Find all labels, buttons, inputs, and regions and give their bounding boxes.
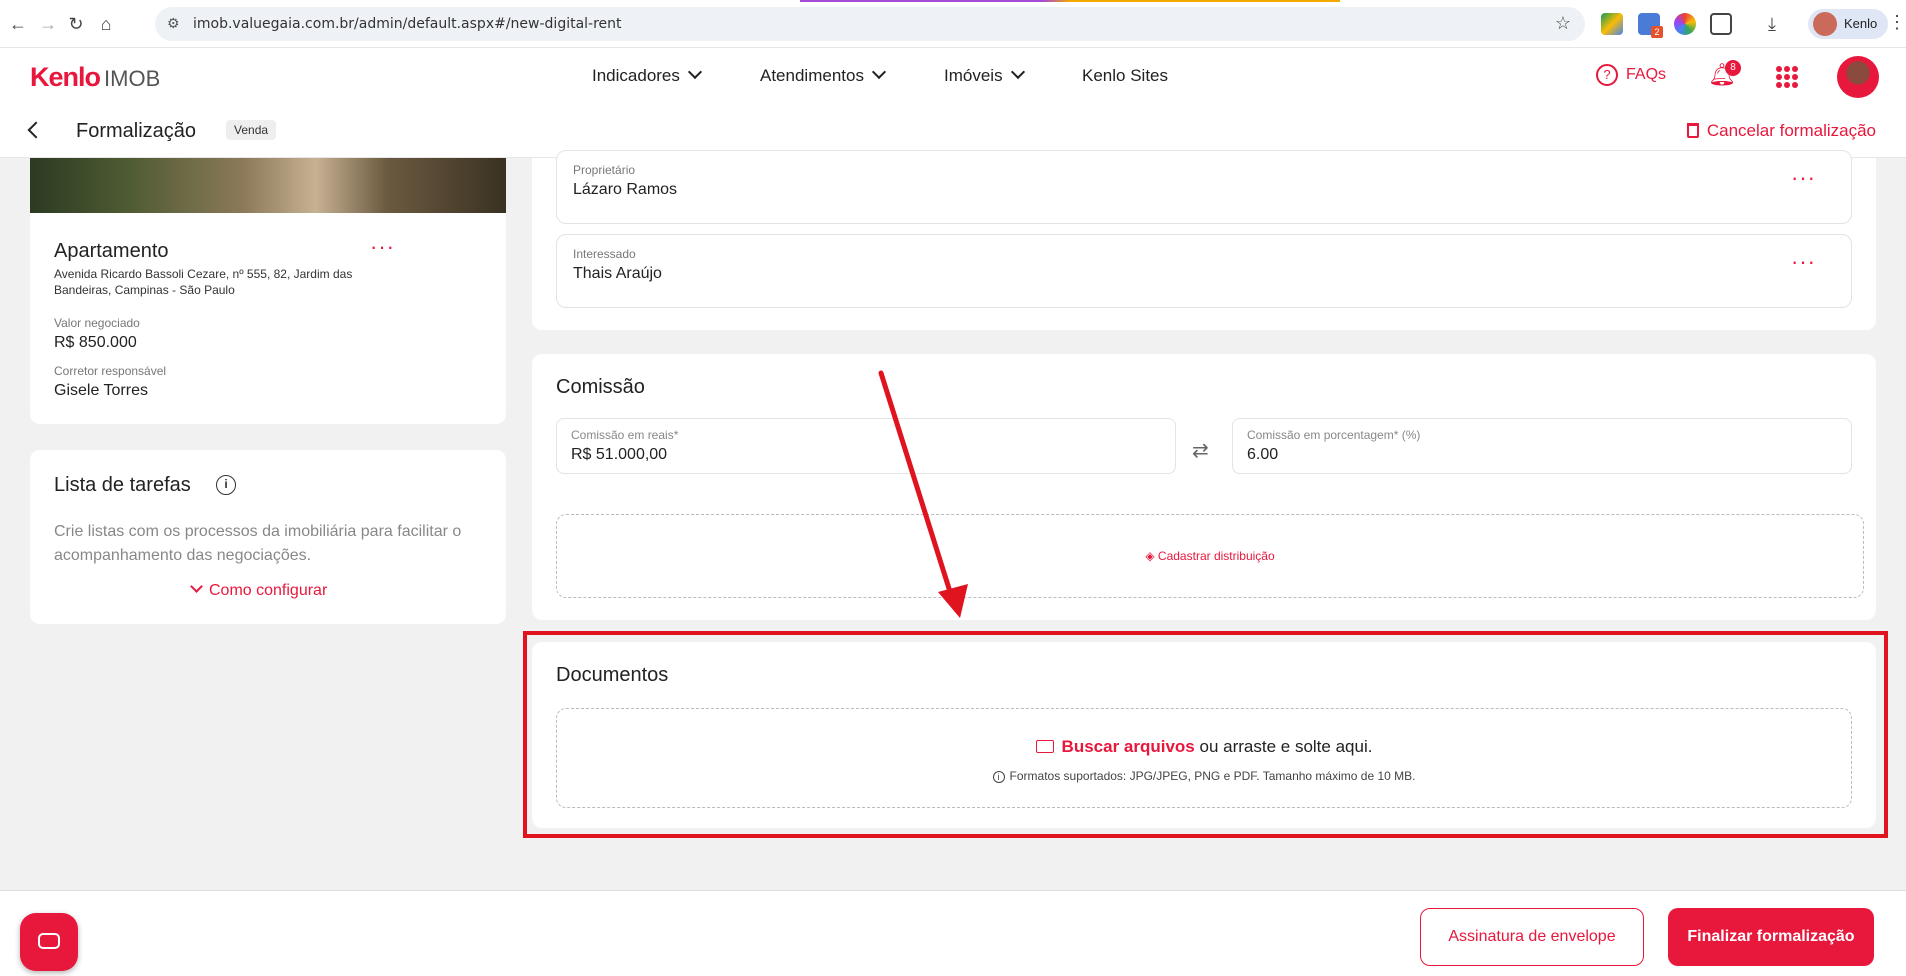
profile-chip[interactable]: Kenlo	[1808, 9, 1888, 39]
nav-kenlo-sites[interactable]: Kenlo Sites	[1082, 66, 1168, 86]
bookmark-star-icon[interactable]: ☆	[1555, 13, 1571, 34]
deal-type-badge: Venda	[226, 120, 277, 140]
nav-label: Indicadores	[592, 66, 680, 85]
faq-label: FAQs	[1626, 66, 1667, 83]
browser-menu-icon[interactable]: ⋮	[1888, 12, 1906, 33]
help-question-icon: ?	[1596, 64, 1618, 86]
footer-bar: Assinatura de envelope Finalizar formali…	[0, 890, 1906, 976]
task-list-title: Lista de tarefas	[54, 474, 191, 496]
url-text[interactable]: imob.valuegaia.com.br/admin/default.aspx…	[193, 16, 622, 32]
back-chevron-icon[interactable]	[27, 121, 45, 139]
party-role: Interessado	[573, 247, 636, 261]
distribution-dropzone[interactable]: ◈ Cadastrar distribuição	[556, 514, 1864, 598]
color-picker-extension-icon[interactable]	[1674, 13, 1696, 35]
layers-icon: ◈	[1145, 549, 1158, 563]
logo-brand: Kenlo	[30, 62, 101, 92]
chevron-down-icon	[871, 64, 887, 80]
user-avatar[interactable]	[1837, 56, 1879, 98]
download-icon[interactable]: ⤓	[1760, 12, 1784, 36]
profile-avatar	[1813, 12, 1837, 36]
property-photo	[30, 158, 506, 213]
property-address: Avenida Ricardo Bassoli Cezare, nº 555, …	[54, 267, 353, 297]
chevron-down-icon	[687, 64, 702, 80]
annotation-highlight-box	[523, 631, 1888, 838]
faq-link[interactable]: ? FAQs	[1596, 64, 1666, 86]
party-more-options-icon[interactable]: ···	[1791, 249, 1816, 275]
browser-toolbar: ← → ↻ ⌂ ⚙ imob.valuegaia.com.br/admin/de…	[0, 0, 1906, 48]
finalize-formalization-button[interactable]: Finalizar formalização	[1668, 908, 1874, 966]
nav-indicadores[interactable]: Indicadores	[592, 64, 702, 86]
extension-badge: 2	[1651, 26, 1663, 38]
party-role: Proprietário	[573, 163, 636, 177]
annotation-arrow-icon	[878, 370, 968, 618]
site-info-icon[interactable]: ⚙	[167, 15, 185, 33]
address-bar[interactable]: ⚙ imob.valuegaia.com.br/admin/default.as…	[155, 7, 1585, 41]
drive-extension-icon[interactable]	[1601, 13, 1623, 35]
kenlo-logo[interactable]: Kenlo IMOB	[30, 62, 160, 93]
reload-icon[interactable]: ↻	[64, 12, 88, 36]
commission-reais-field[interactable]: Comissão em reais* R$ 51.000,00	[556, 418, 1176, 474]
party-more-options-icon[interactable]: ···	[1791, 165, 1816, 191]
negotiated-value: R$ 850.000	[54, 334, 137, 351]
field-label: Comissão em reais*	[571, 428, 679, 442]
chat-bubble-icon	[38, 933, 60, 949]
field-value[interactable]: 6.00	[1247, 446, 1278, 464]
envelope-signature-button[interactable]: Assinatura de envelope	[1420, 908, 1644, 966]
tab-strip-accent	[800, 0, 1340, 2]
negotiated-value-label: Valor negociado	[54, 316, 140, 330]
commission-card: Comissão Comissão em reais* R$ 51.000,00…	[532, 354, 1876, 620]
profile-name: Kenlo	[1844, 16, 1878, 31]
forward-arrow-icon[interactable]: →	[36, 12, 60, 36]
property-type: Apartamento	[54, 240, 169, 262]
chat-button[interactable]	[20, 913, 78, 971]
property-more-options-icon[interactable]: ···	[370, 234, 395, 260]
app-header: Kenlo IMOB Indicadores Atendimentos Imóve…	[0, 48, 1906, 106]
owner-party: Proprietário Lázaro Ramos ···	[556, 150, 1852, 224]
chevron-down-icon	[190, 580, 203, 593]
party-name: Lázaro Ramos	[573, 181, 678, 198]
page-title: Formalização	[76, 120, 197, 142]
notification-badge: 8	[1725, 60, 1741, 76]
field-label: Comissão em porcentagem* (%)	[1247, 428, 1421, 442]
field-value[interactable]: R$ 51.000,00	[571, 446, 667, 464]
commission-title: Comissão	[556, 376, 645, 398]
logo-product: IMOB	[104, 66, 161, 91]
swap-arrows-icon[interactable]: ⇄	[1192, 438, 1209, 463]
nav-atendimentos[interactable]: Atendimentos	[760, 64, 887, 86]
back-arrow-icon[interactable]: ←	[6, 12, 30, 36]
register-distribution-link[interactable]: ◈ Cadastrar distribuição	[557, 549, 1863, 563]
nav-imoveis[interactable]: Imóveis	[944, 64, 1025, 86]
info-icon[interactable]: i	[216, 475, 236, 495]
cancel-formalization-button[interactable]: Cancelar formalização	[1686, 121, 1876, 141]
register-distribution-label: Cadastrar distribuição	[1157, 549, 1275, 563]
interested-party: Interessado Thais Araújo ···	[556, 234, 1852, 308]
broker-name: Gisele Torres	[54, 382, 148, 399]
task-list-description: Crie listas com os processos da imobiliá…	[54, 523, 462, 564]
how-to-configure-label: Como configurar	[209, 582, 328, 599]
extension-icon[interactable]: 2	[1638, 13, 1663, 38]
nav-label: Kenlo Sites	[1082, 66, 1168, 85]
cancel-label: Cancelar formalização	[1706, 121, 1876, 140]
nav-label: Atendimentos	[760, 66, 864, 85]
property-card: Apartamento Avenida Ricardo Bassoli Ceza…	[30, 158, 506, 424]
broker-label: Corretor responsável	[54, 364, 167, 378]
trash-icon	[1686, 123, 1699, 138]
task-list-card: Lista de tarefas i Crie listas com os pr…	[30, 450, 506, 624]
how-to-configure-link[interactable]: Como configurar	[190, 580, 328, 600]
nav-label: Imóveis	[944, 66, 1003, 85]
parties-card: Proprietário Lázaro Ramos ··· Interessad…	[532, 150, 1876, 330]
chevron-down-icon	[1010, 64, 1025, 80]
commission-percent-field[interactable]: Comissão em porcentagem* (%) 6.00	[1232, 418, 1852, 474]
home-icon[interactable]: ⌂	[94, 12, 118, 36]
extensions-puzzle-icon[interactable]	[1710, 13, 1732, 35]
party-name: Thais Araújo	[573, 265, 662, 282]
apps-grid-icon[interactable]	[1776, 66, 1798, 88]
